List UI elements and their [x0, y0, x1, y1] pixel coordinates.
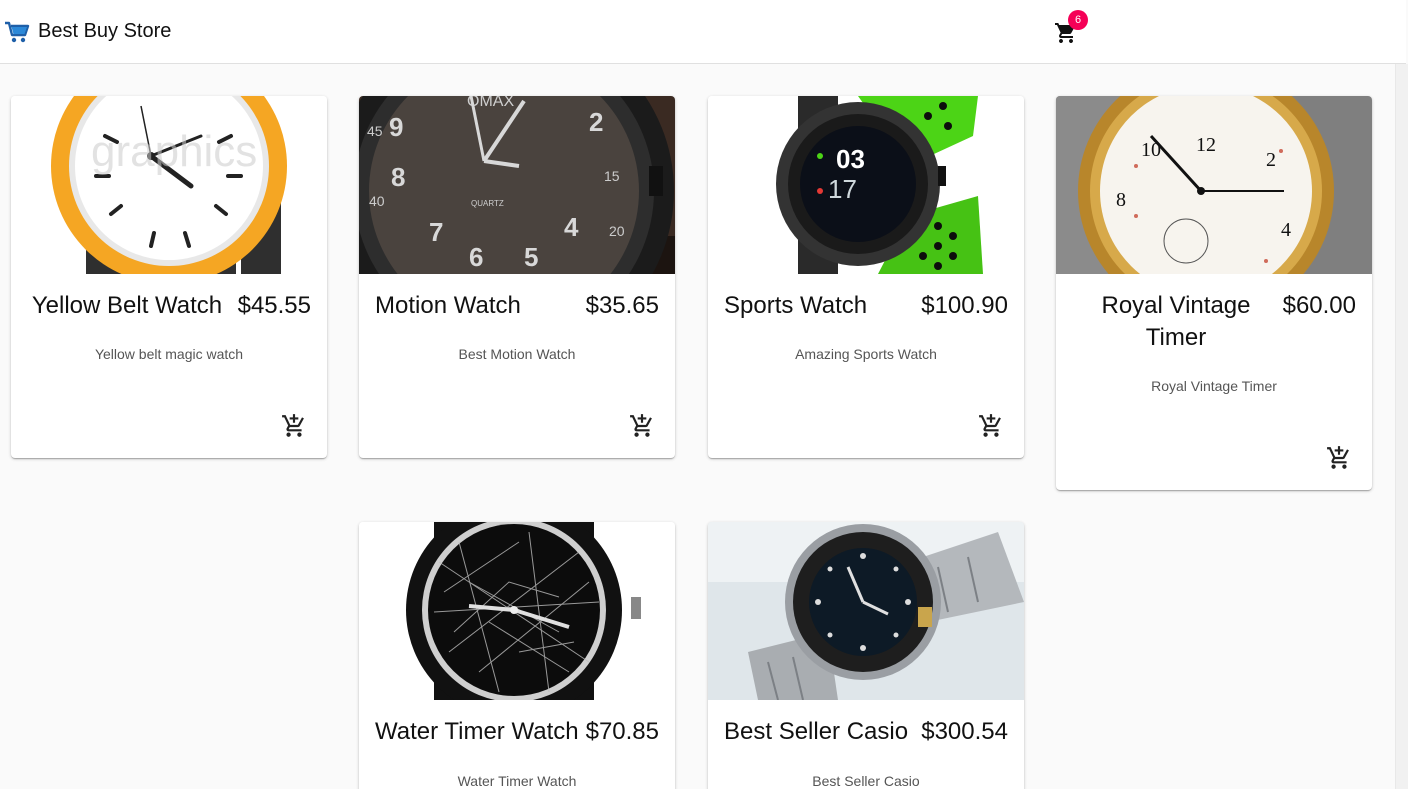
product-image[interactable] — [708, 522, 1024, 700]
add-shopping-cart-icon — [629, 414, 655, 443]
add-to-cart-button[interactable] — [281, 413, 307, 439]
product-title: Yellow Belt Watch — [31, 292, 223, 319]
svg-text:12: 12 — [1196, 134, 1216, 156]
product-card: 2 8 7 6 5 4 9 15 20 45 40 QUARTZ OMAX Mo… — [359, 96, 675, 458]
svg-text:7: 7 — [429, 217, 443, 247]
svg-text:5: 5 — [524, 242, 538, 272]
add-shopping-cart-icon — [281, 414, 307, 443]
product-description: Royal Vintage Timer — [1151, 378, 1277, 394]
svg-text:40: 40 — [369, 193, 385, 209]
svg-text:6: 6 — [469, 242, 483, 272]
store-title: Best Buy Store — [38, 20, 172, 42]
product-image[interactable]: graphics — [11, 96, 327, 274]
svg-text:45: 45 — [367, 123, 383, 139]
add-to-cart-button[interactable] — [978, 413, 1004, 439]
svg-text:15: 15 — [604, 168, 620, 184]
product-price: $60.00 — [1282, 292, 1356, 319]
product-title: Motion Watch — [375, 292, 521, 319]
svg-text:2: 2 — [589, 107, 603, 137]
product-title: Sports Watch — [724, 292, 868, 319]
product-title: Water Timer Watch — [375, 718, 579, 745]
svg-text:8: 8 — [391, 162, 405, 192]
product-description: Water Timer Watch — [457, 773, 577, 789]
product-description: Amazing Sports Watch — [795, 346, 937, 362]
product-card: Water Timer Watch $70.85 Water Timer Wat… — [359, 522, 675, 789]
svg-text:4: 4 — [1281, 219, 1291, 241]
add-shopping-cart-icon — [1326, 446, 1352, 475]
shopping-cart-icon — [4, 20, 30, 44]
product-price: $100.90 — [921, 292, 1008, 319]
product-card: 03 17 Sports Watch $100.90 Amazing Sport… — [708, 96, 1024, 458]
product-image[interactable]: 03 17 — [708, 96, 1024, 274]
product-description: Yellow belt magic watch — [94, 346, 244, 362]
product-image[interactable] — [359, 522, 675, 700]
svg-text:03: 03 — [836, 144, 865, 174]
product-description: Best Motion Watch — [458, 346, 576, 362]
svg-text:9: 9 — [389, 112, 403, 142]
svg-text:20: 20 — [609, 223, 625, 239]
product-card: Best Seller Casio $300.54 Best Seller Ca… — [708, 522, 1024, 789]
product-title: Royal Vintage Timer — [1101, 292, 1251, 351]
cart-count-badge: 6 — [1068, 10, 1088, 30]
add-shopping-cart-icon — [978, 414, 1004, 443]
scrollbar[interactable] — [1395, 64, 1408, 789]
app-bar: Best Buy Store 6 — [0, 0, 1406, 64]
product-price: $300.54 — [921, 718, 1008, 745]
product-price: $70.85 — [585, 718, 659, 745]
svg-text:4: 4 — [564, 212, 579, 242]
product-description: Best Seller Casio — [812, 773, 920, 789]
product-image[interactable]: 2 8 7 6 5 4 9 15 20 45 40 QUARTZ OMAX — [359, 96, 675, 274]
product-card: 12 4 8 10 2 Royal Vintage Timer $60.00 R… — [1056, 96, 1372, 490]
svg-text:17: 17 — [828, 174, 857, 204]
add-to-cart-button[interactable] — [1326, 445, 1352, 471]
product-image[interactable]: 12 4 8 10 2 — [1056, 96, 1372, 274]
svg-text:graphics: graphics — [91, 127, 257, 176]
add-to-cart-button[interactable] — [629, 413, 655, 439]
svg-text:2: 2 — [1266, 149, 1276, 171]
svg-text:QUARTZ: QUARTZ — [471, 199, 504, 208]
svg-text:8: 8 — [1116, 189, 1126, 211]
product-price: $45.55 — [237, 292, 311, 319]
product-title: Best Seller Casio — [724, 718, 909, 745]
product-card: graphics Yellow Belt Watch $45.55 Yellow… — [11, 96, 327, 458]
product-price: $35.65 — [585, 292, 659, 319]
